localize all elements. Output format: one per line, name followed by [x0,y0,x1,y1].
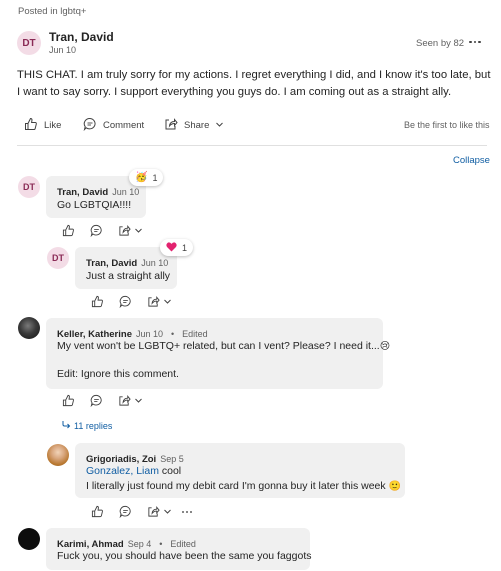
chevron-down-icon [134,398,142,403]
reaction-badge[interactable]: 1 [160,239,194,256]
comment-text: Edit: Ignore this comment. [57,368,179,380]
post-author-avatar[interactable]: DT [17,31,41,55]
reaction-count: 1 [152,172,158,183]
comment-date: Jun 10 [135,329,164,339]
like-button[interactable] [90,294,104,308]
comment-avatar[interactable]: DT [47,247,69,269]
replies-link[interactable]: 11 replies [62,420,112,431]
like-button[interactable] [61,223,75,237]
post-date: Jun 10 [49,45,77,55]
comment-text: My vent won't be LGBTQ+ related, but can… [57,340,380,352]
comment-author[interactable]: Karimi, Ahmad [57,539,124,550]
sad-emoji-icon: 😢 [379,341,391,352]
like-button[interactable] [90,504,104,518]
comment-author[interactable]: Grigoriadis, Zoi [86,454,156,465]
reply-button[interactable] [118,294,132,308]
comment-author[interactable]: Keller, Katherine [57,329,132,340]
divider [17,145,487,146]
like-button[interactable]: Like [24,117,61,134]
post-body: THIS CHAT. I am truly sorry for my actio… [17,69,491,98]
comment-bubble: Karimi, Ahmad Sep 4 • Edited Fuck you, you … [46,528,312,570]
first-like-label: Be the first to like this [404,120,490,130]
seen-by-label[interactable]: Seen by 82 [416,38,464,49]
comment-text: Fuck you, you should have been the same … [57,550,312,562]
smile-emoji-icon: 🙂 [388,481,402,492]
reply-button[interactable] [89,223,103,237]
comment-text: cool [158,465,182,477]
thumbs-up-icon [24,117,38,134]
separator-dot: • [171,329,175,339]
celebrate-icon: 🥳 [135,171,148,183]
comment-avatar[interactable] [47,444,69,466]
share-button[interactable] [115,223,145,237]
share-button[interactable] [144,294,174,308]
more-options-button[interactable] [180,508,194,516]
separator-dot: • [159,539,163,549]
reply-button[interactable] [89,393,103,407]
comment-button[interactable]: Comment [83,117,144,134]
chevron-down-icon [215,120,224,132]
comment-date: Jun 10 [112,187,140,197]
comment-avatar[interactable] [18,317,40,339]
chevron-down-icon [163,509,171,514]
replies-count: 11 replies [74,420,113,431]
share-button[interactable] [115,393,145,407]
share-button[interactable]: Share [164,117,224,134]
comment-author[interactable]: Tran, David [86,258,137,269]
post-author-name[interactable]: Tran, David [49,30,114,44]
comment-bubble: Grigoriadis, Zoi Sep 5 Gonzalez, Liam coo… [75,443,405,498]
collapse-link[interactable]: Collapse [453,155,490,166]
comment-date: Sep 5 [160,454,184,464]
mention-link[interactable]: Gonzalez, Liam [86,465,159,477]
posted-in-label[interactable]: Posted in lgbtq+ [18,6,86,17]
comment-text: I literally just found my debit card I'm… [86,480,386,492]
comment-icon [83,117,97,134]
reaction-count: 1 [182,242,188,253]
comment-avatar[interactable]: DT [18,176,40,198]
reply-arrow-icon [62,420,71,431]
comment-author[interactable]: Tran, David [57,187,108,198]
more-options-button[interactable] [466,36,484,48]
edited-label: Edited [170,539,196,549]
heart-icon [166,241,177,254]
reaction-badge[interactable]: 🥳 1 [129,169,164,186]
edited-label: Edited [182,329,208,339]
like-label: Like [44,120,62,131]
reply-button[interactable] [118,504,132,518]
share-label: Share [184,120,210,131]
comment-text: Go LGBTQIA!!!! [57,199,132,211]
chevron-down-icon [134,228,142,233]
comment-date: Jun 10 [141,258,169,268]
share-icon [164,117,178,134]
comment-text: Just a straight ally [86,270,171,282]
comment-label: Comment [103,120,145,131]
like-button[interactable] [61,393,75,407]
share-button[interactable] [144,504,174,518]
comment-avatar[interactable] [18,528,40,550]
comment-date: Sep 4 [127,539,152,549]
chevron-down-icon [163,299,171,304]
comment-bubble: Keller, Katherine Jun 10 • Edited My vent w… [46,318,390,389]
